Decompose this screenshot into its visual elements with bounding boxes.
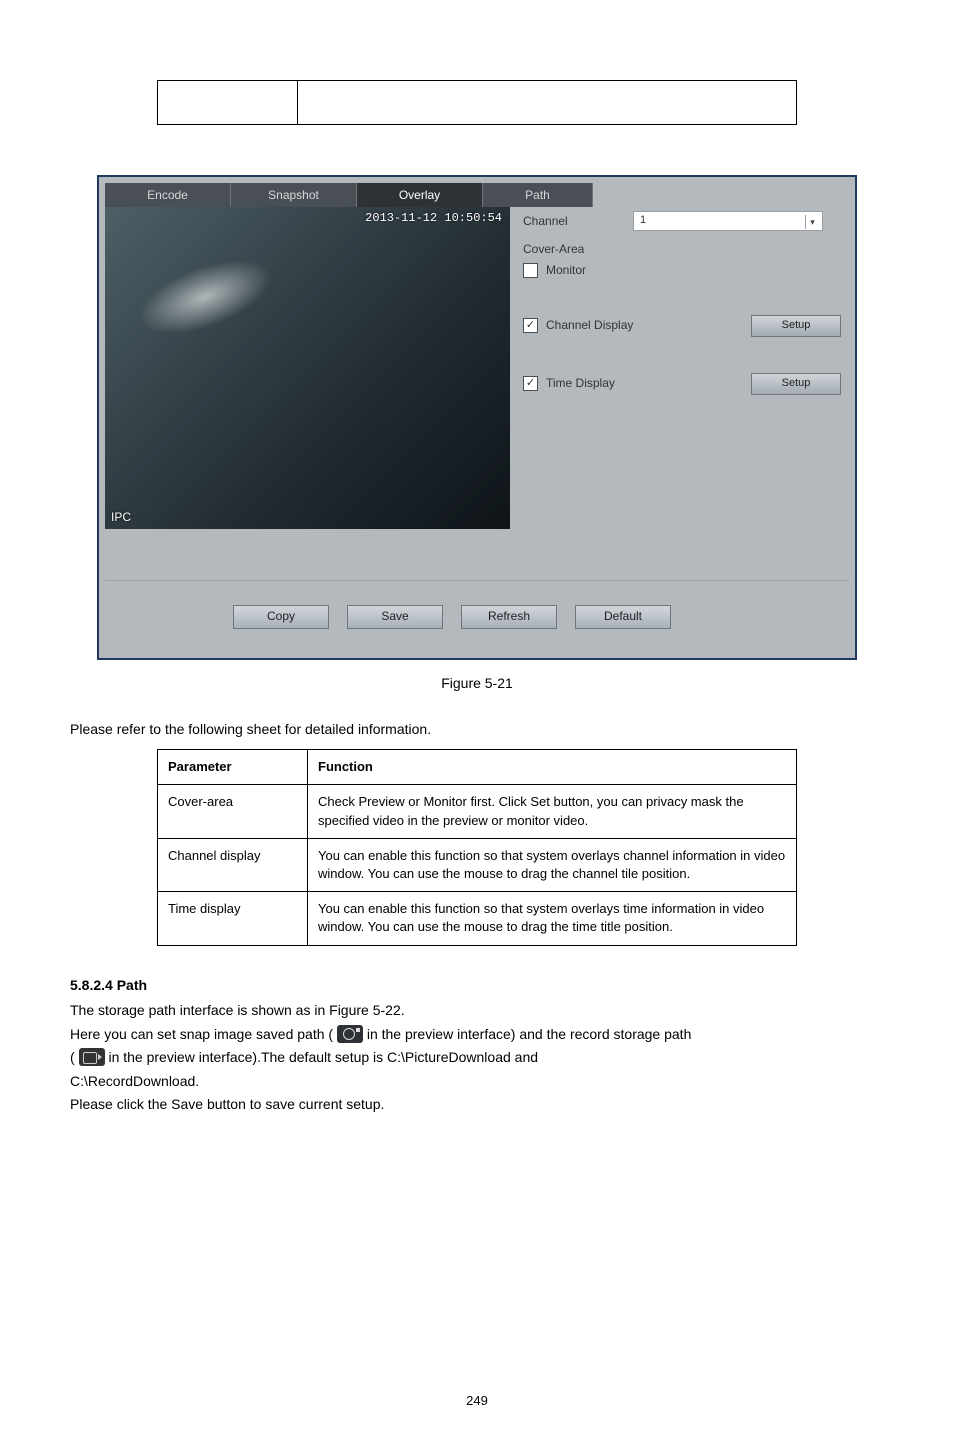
parameter-table: Parameter Function Cover-area Check Prev… <box>157 749 797 945</box>
page-number: 249 <box>0 1392 954 1410</box>
label-monitor: Monitor <box>546 262 586 279</box>
snapshot-icon <box>337 1025 363 1043</box>
th-parameter: Parameter <box>158 750 308 785</box>
label-channel-display: Channel Display <box>546 317 633 334</box>
path-line1a: The storage path interface is shown as i… <box>70 1001 884 1021</box>
section-title: 5.8.2.4 Path <box>70 976 884 996</box>
path-line2: ( in the preview interface).The default … <box>70 1048 884 1068</box>
tab-overlay[interactable]: Overlay <box>357 183 483 207</box>
tab-path[interactable]: Path <box>483 183 593 207</box>
channel-value: 1 <box>640 213 646 228</box>
cell-func: You can enable this function so that sys… <box>308 892 797 945</box>
text: ( <box>70 1049 75 1065</box>
channel-display-checkbox[interactable] <box>523 318 538 333</box>
cell-func: Check Preview or Monitor first. Click Se… <box>308 785 797 838</box>
save-button[interactable]: Save <box>347 605 443 629</box>
text: in the preview interface) and the record… <box>367 1026 692 1042</box>
label-channel: Channel <box>523 213 633 230</box>
cell-param: Cover-area <box>158 785 308 838</box>
channel-display-setup-button[interactable]: Setup <box>751 315 841 337</box>
time-display-setup-button[interactable]: Setup <box>751 373 841 395</box>
path-line3: C:\RecordDownload. <box>70 1072 884 1092</box>
path-line1b: Here you can set snap image saved path (… <box>70 1025 884 1045</box>
overlay-settings-screenshot: Encode Snapshot Overlay Path 2013-11-12 … <box>97 175 857 660</box>
light-flare <box>129 245 281 349</box>
record-icon <box>79 1048 105 1066</box>
copy-button[interactable]: Copy <box>233 605 329 629</box>
caption-ref: Please refer to the following sheet for … <box>70 720 884 740</box>
tab-encode[interactable]: Encode <box>105 183 231 207</box>
figure-caption: Figure 5-21 <box>70 674 884 694</box>
cell-func: You can enable this function so that sys… <box>308 838 797 891</box>
cell <box>297 81 796 125</box>
cell-param: Channel display <box>158 838 308 891</box>
channel-select[interactable]: 1 ▾ <box>633 211 823 231</box>
refresh-button[interactable]: Refresh <box>461 605 557 629</box>
default-button[interactable]: Default <box>575 605 671 629</box>
text: in the preview interface).The default se… <box>108 1049 538 1065</box>
monitor-checkbox[interactable] <box>523 263 538 278</box>
video-preview: 2013-11-12 10:50:54 IPC <box>105 207 510 529</box>
overlay-timestamp: 2013-11-12 10:50:54 <box>365 210 502 227</box>
cell <box>158 81 298 125</box>
path-line4: Please click the Save button to save cur… <box>70 1095 884 1115</box>
text: Here you can set snap image saved path ( <box>70 1026 333 1042</box>
cell-param: Time display <box>158 892 308 945</box>
tab-snapshot[interactable]: Snapshot <box>231 183 357 207</box>
chevron-down-icon: ▾ <box>805 215 819 229</box>
label-cover-area: Cover-Area <box>523 241 633 258</box>
top-empty-table <box>157 80 797 125</box>
label-time-display: Time Display <box>546 375 615 392</box>
time-display-checkbox[interactable] <box>523 376 538 391</box>
overlay-channel-label: IPC <box>111 509 131 526</box>
th-function: Function <box>308 750 797 785</box>
